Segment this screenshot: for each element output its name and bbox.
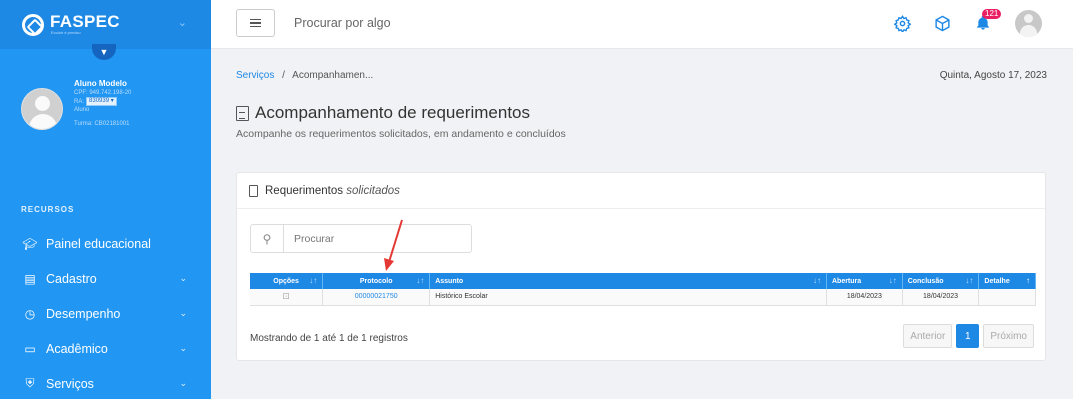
column-label: Assunto: [435, 277, 464, 285]
column-label: Detalhe: [984, 277, 1010, 285]
chevron-down-icon: ⌄: [179, 378, 187, 388]
search-icon: ⚲: [251, 225, 284, 252]
profile-ra-label: RA:: [74, 98, 85, 105]
profile-cpf: CPF: 949.742.198-20: [74, 90, 132, 96]
card-title-emphasis: solicitados: [346, 184, 400, 197]
breadcrumb: Serviços / Acompanhamen...: [236, 70, 373, 81]
profile-toggle-chevron-icon[interactable]: ▼: [92, 44, 116, 60]
sidebar-item-label: Desempenho: [46, 306, 121, 321]
gear-icon[interactable]: [892, 13, 912, 33]
breadcrumb-link-servicos[interactable]: Serviços: [236, 70, 274, 81]
avatar: [21, 88, 63, 130]
breadcrumb-separator: /: [282, 70, 285, 81]
row-detalhe[interactable]: [978, 289, 1036, 306]
requests-table: Opções ↓↑ Protocolo ↓↑ Assunto ↓↑ Abertura ↓…: [250, 273, 1036, 306]
table-search: ⚲: [250, 224, 472, 253]
card-title: Requerimentos solicitados: [265, 185, 400, 197]
chevron-down-icon: ⌄: [179, 273, 187, 283]
column-header-abertura[interactable]: Abertura ↓↑: [826, 273, 903, 289]
shield-icon: ⛨: [25, 376, 35, 390]
table-search-input[interactable]: [284, 225, 464, 252]
sort-icon: ↓↑: [965, 276, 974, 285]
row-conclusao: 18/04/2023: [902, 289, 980, 306]
pagination: Anterior 1 Próximo: [903, 324, 1034, 348]
sidebar-item-label: Acadêmico: [46, 341, 108, 356]
sidebar-collapse-chevron-icon[interactable]: ⌄: [178, 16, 187, 29]
sidebar-header: FASPEC Evoluir é preciso ⌄: [0, 0, 211, 49]
pagination-prev-button[interactable]: Anterior: [903, 324, 953, 348]
sidebar: FASPEC Evoluir é preciso ⌄ ▼ Aluno Model…: [0, 0, 211, 399]
chevron-down-icon: ⌄: [179, 308, 187, 318]
sort-icon: ↓↑: [416, 276, 425, 285]
pagination-page-button[interactable]: 1: [956, 324, 980, 348]
sidebar-item-servicos[interactable]: ⛨ Serviços ⌄: [0, 366, 211, 399]
column-label: Opções: [273, 277, 299, 285]
profile-panel: Aluno Modelo CPF: 949.742.198-20 RA: 830…: [0, 60, 211, 170]
row-protocolo-link[interactable]: 00000021750: [322, 289, 431, 306]
column-header-detalhe[interactable]: Detalhe ↑: [978, 273, 1036, 289]
table-header-row: Opções ↓↑ Protocolo ↓↑ Assunto ↓↑ Abertura ↓…: [250, 273, 1036, 289]
row-assunto: Histórico Escolar: [429, 289, 827, 306]
column-header-opcoes[interactable]: Opções ↓↑: [250, 273, 324, 289]
user-avatar[interactable]: [1015, 10, 1042, 37]
sort-icon: ↓↑: [309, 276, 318, 285]
sidebar-item-academico[interactable]: ▭ Acadêmico ⌄: [0, 331, 211, 366]
lock-icon: ⚀︎: [282, 292, 290, 302]
profile-ra-value: 830939: [89, 98, 110, 104]
pie-chart-icon: ◷: [24, 306, 36, 321]
graduation-cap-icon: 🎓︎: [22, 236, 38, 251]
monitor-icon: ▭: [24, 341, 36, 356]
logo-mark-icon: [22, 13, 44, 36]
sidebar-item-label: Cadastro: [46, 271, 97, 286]
profile-role: Aluno: [74, 107, 90, 113]
page-title-text: Acompanhamento de requerimentos: [255, 103, 530, 122]
requests-card: Requerimentos solicitados ⚲ Opções ↓↑ Pro…: [236, 172, 1046, 361]
column-label: Abertura: [831, 277, 862, 285]
sidebar-item-label: Painel educacional: [46, 236, 151, 251]
id-card-icon: ▤: [24, 271, 36, 286]
card-header: Requerimentos solicitados: [237, 173, 1045, 209]
column-label: Conclusão: [907, 277, 944, 285]
column-header-conclusao[interactable]: Conclusão ↓↑: [902, 273, 980, 289]
sidebar-item-label: Serviços: [46, 376, 94, 391]
row-abertura: 18/04/2023: [826, 289, 903, 306]
table-info: Mostrando de 1 até 1 de 1 registros: [250, 333, 408, 344]
annotation-arrow-icon: [384, 219, 403, 271]
chevron-down-icon: ⌄: [179, 343, 187, 353]
profile-turma: Turma: CB02181001: [74, 121, 130, 127]
page-title: Acompanhamento de requerimentos: [236, 103, 530, 123]
card-title-text: Requerimentos: [265, 184, 343, 197]
sidebar-section-title: RECURSOS: [21, 205, 75, 214]
row-options[interactable]: ⚀︎: [250, 289, 324, 306]
sidebar-item-desempenho[interactable]: ◷ Desempenho ⌄: [0, 296, 211, 331]
page-subtitle: Acompanhe os requerimentos solicitados, …: [236, 128, 566, 140]
menu-toggle-button[interactable]: [236, 9, 275, 37]
sidebar-item-cadastro[interactable]: ▤ Cadastro ⌄: [0, 261, 211, 296]
topbar: Procurar por algo 121: [211, 0, 1073, 49]
global-search-input[interactable]: Procurar por algo: [294, 16, 391, 30]
sidebar-item-painel-educacional[interactable]: 🎓︎ Painel educacional: [0, 226, 211, 261]
column-header-protocolo[interactable]: Protocolo ↓↑: [322, 273, 431, 289]
breadcrumb-current: Acompanhamen...: [292, 70, 374, 81]
sort-asc-icon: ↑: [1026, 276, 1030, 285]
sidebar-menu: 🎓︎ Painel educacional ▤ Cadastro ⌄ ◷ Des…: [0, 226, 211, 399]
profile-ra-select[interactable]: 830939 ▾: [86, 97, 117, 106]
logo[interactable]: FASPEC Evoluir é preciso: [22, 12, 120, 36]
cube-icon[interactable]: [932, 13, 952, 33]
logo-text: FASPEC: [50, 12, 120, 31]
sort-icon: ↓↑: [812, 276, 821, 285]
column-header-assunto[interactable]: Assunto ↓↑: [429, 273, 827, 289]
profile-name: Aluno Modelo: [74, 79, 127, 88]
column-label: Protocolo: [359, 277, 393, 285]
calculator-icon: [236, 105, 249, 121]
pagination-next-button[interactable]: Próximo: [983, 324, 1034, 348]
notification-badge: 121: [982, 9, 1002, 19]
current-date: Quinta, Agosto 17, 2023: [939, 70, 1047, 81]
sort-icon: ↓↑: [888, 276, 897, 285]
document-icon: [249, 184, 258, 197]
table-row: ⚀︎ 00000021750 Histórico Escolar 18/04/2…: [250, 289, 1036, 306]
